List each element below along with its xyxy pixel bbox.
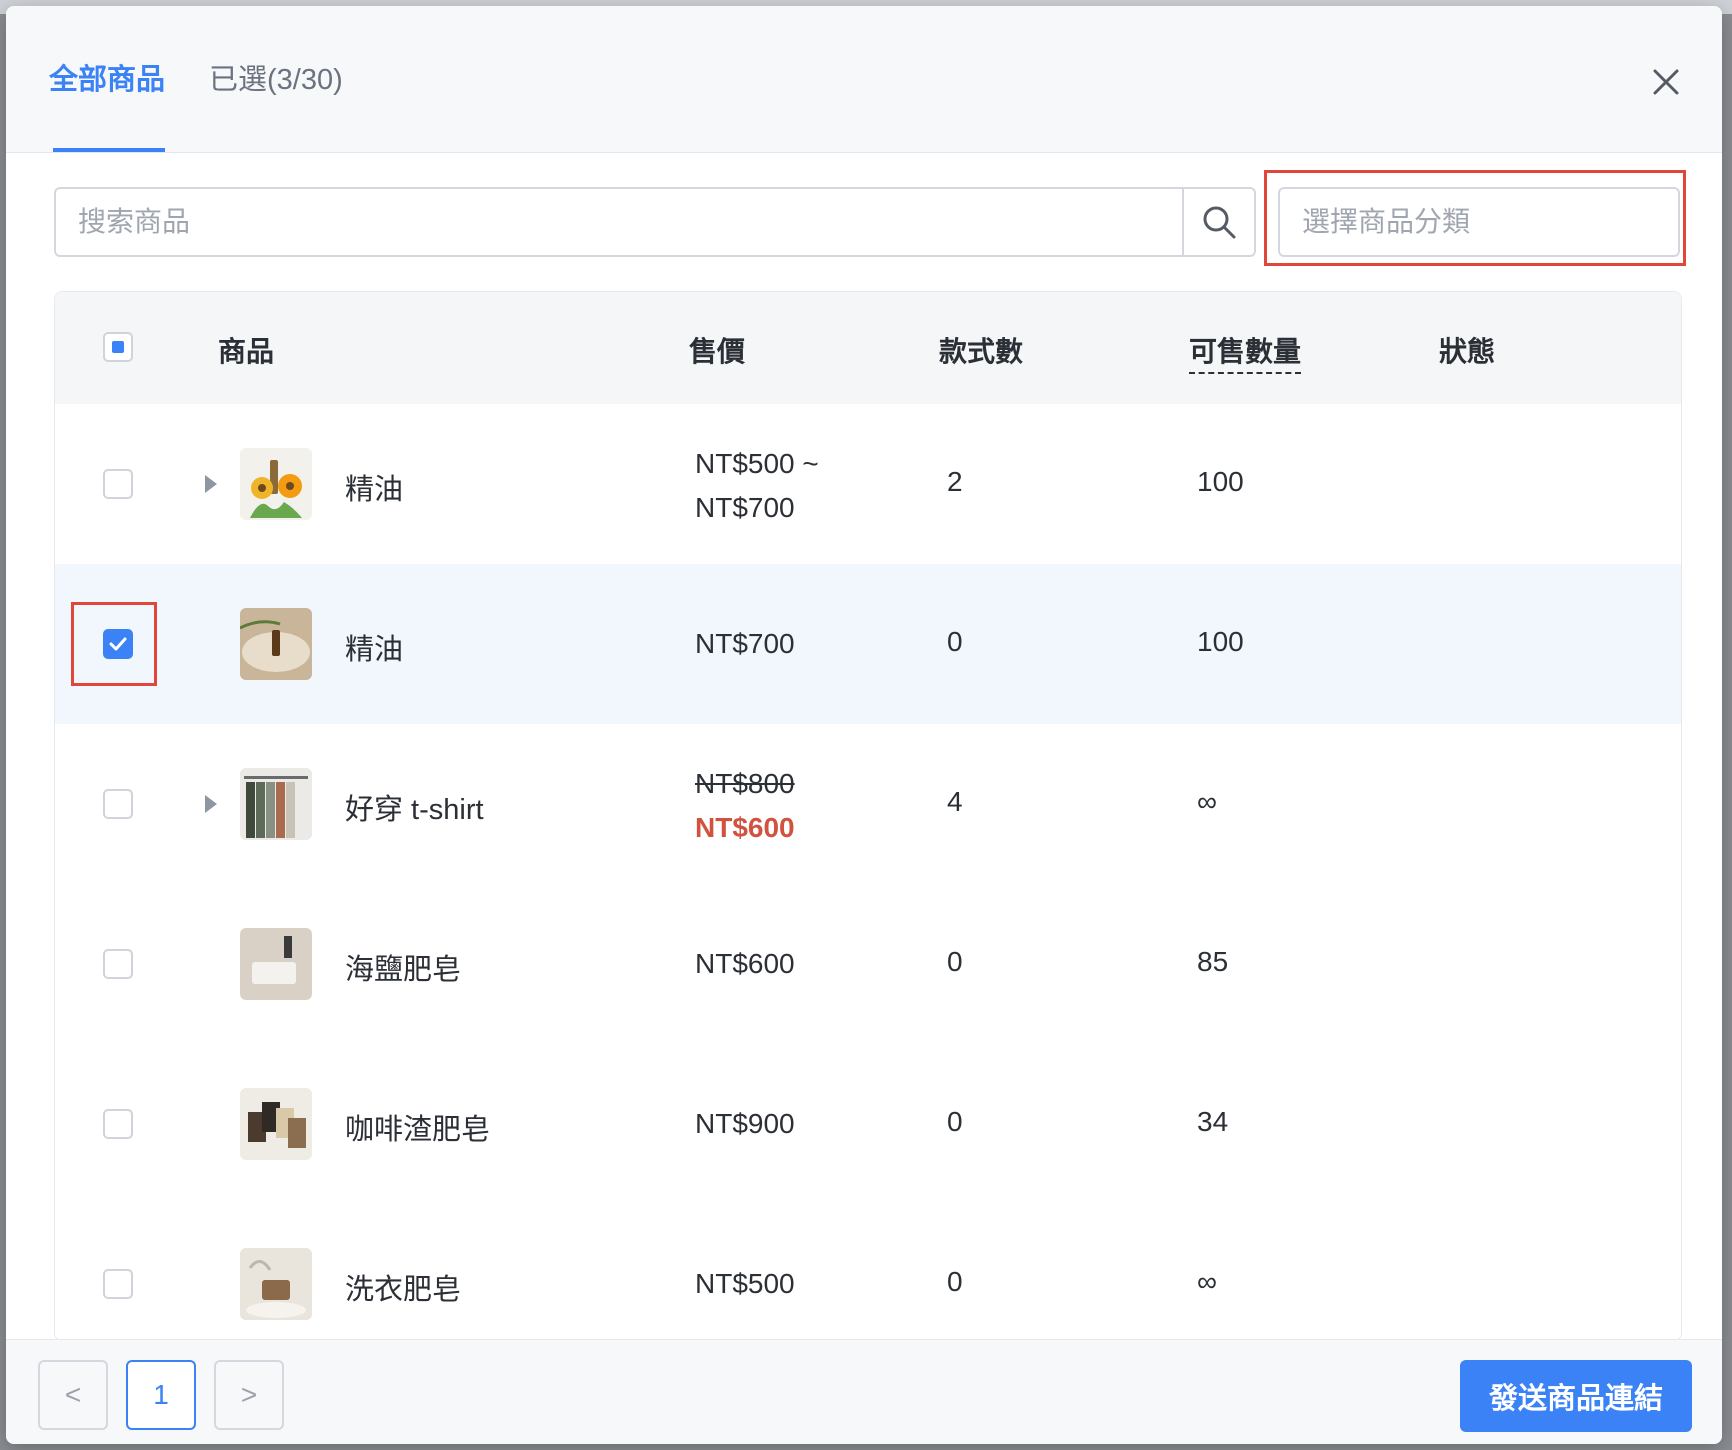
expand-caret-icon[interactable] [205, 475, 217, 493]
search-input[interactable] [56, 189, 1186, 255]
variant-count: 0 [947, 946, 963, 977]
header-status: 狀態 [1439, 336, 1496, 367]
search-icon [1203, 206, 1236, 239]
price-range-end: NT$700 [695, 492, 795, 523]
search-button[interactable] [1182, 189, 1254, 255]
modal-header: 全部商品 已選(3/30) [6, 6, 1722, 153]
product-name: 海鹽肥皂 [345, 954, 462, 986]
header-variants: 款式數 [939, 336, 1024, 367]
row-checkbox[interactable] [103, 1269, 133, 1299]
available-qty: 100 [1197, 626, 1244, 657]
row-checkbox[interactable] [103, 469, 133, 499]
next-page-button[interactable]: > [214, 1360, 284, 1430]
product-name: 精油 [345, 474, 404, 506]
product-picker-modal: 全部商品 已選(3/30) 商品 售價 款式數 可售數量 狀態 [6, 6, 1722, 1444]
row-checkbox[interactable] [103, 1109, 133, 1139]
send-product-link-button[interactable]: 發送商品連結 [1460, 1360, 1692, 1432]
product-thumbnail [240, 768, 312, 840]
header-available-qty[interactable]: 可售數量 [1189, 330, 1302, 374]
page-number-button[interactable]: 1 [126, 1360, 196, 1430]
price-cell: NT$500 [695, 1268, 795, 1299]
table-row[interactable]: 海鹽肥皂 NT$600 0 85 [55, 884, 1681, 1045]
row-checkbox[interactable] [103, 789, 133, 819]
available-qty: 34 [1197, 1106, 1229, 1137]
product-name: 精油 [345, 634, 404, 666]
select-all-checkbox[interactable] [103, 332, 133, 362]
product-thumbnail [240, 608, 312, 680]
row-checkbox[interactable] [103, 629, 133, 659]
variant-count: 4 [947, 786, 963, 817]
close-icon[interactable] [1646, 62, 1686, 102]
variant-count: 2 [947, 466, 963, 497]
variant-count: 0 [947, 626, 963, 657]
product-thumbnail [240, 448, 312, 520]
prev-page-button[interactable]: < [38, 1360, 108, 1430]
table-row[interactable]: 好穿 t-shirt NT$800 NT$600 4 ∞ [55, 724, 1681, 885]
product-name: 好穿 t-shirt [345, 794, 484, 826]
category-input[interactable] [1280, 189, 1678, 255]
table-row[interactable]: 咖啡渣肥皂 NT$900 0 34 [55, 1044, 1681, 1205]
expand-caret-icon[interactable] [205, 795, 217, 813]
product-thumbnail [240, 1248, 312, 1320]
price-cell: NT$600 [695, 948, 795, 979]
original-price: NT$800 [695, 768, 795, 799]
tab-all-products[interactable]: 全部商品 [49, 56, 165, 98]
variant-count: 0 [947, 1106, 963, 1137]
price-cell: NT$500 ~ NT$700 [695, 442, 819, 530]
price-cell: NT$800 NT$600 [695, 762, 795, 850]
table-row[interactable]: 精油 NT$500 ~ NT$700 2 100 [55, 404, 1681, 565]
available-qty: ∞ [1197, 1266, 1217, 1297]
product-table: 商品 售價 款式數 可售數量 狀態 精油 NT$500 ~ NT$700 2 1… [54, 291, 1682, 1341]
price-cell: NT$900 [695, 1108, 795, 1139]
tab-selected-products[interactable]: 已選(3/30) [209, 56, 343, 98]
available-qty: 85 [1197, 946, 1229, 977]
price-cell: NT$700 [695, 628, 795, 659]
modal-footer: < 1 > 發送商品連結 [6, 1339, 1722, 1444]
search-box [54, 187, 1256, 257]
check-icon [109, 637, 127, 651]
sale-price: NT$600 [695, 812, 795, 843]
available-qty: 100 [1197, 466, 1244, 497]
table-row[interactable]: 精油 NT$700 0 100 [55, 564, 1681, 725]
active-tab-indicator [53, 148, 165, 152]
product-thumbnail [240, 928, 312, 1000]
product-name: 洗衣肥皂 [345, 1274, 462, 1306]
price-range-start: NT$500 ~ [695, 448, 819, 479]
variant-count: 0 [947, 1266, 963, 1297]
table-header: 商品 售價 款式數 可售數量 狀態 [55, 292, 1681, 405]
category-select[interactable] [1278, 187, 1680, 257]
row-checkbox[interactable] [103, 949, 133, 979]
available-qty: ∞ [1197, 786, 1217, 817]
table-row[interactable]: 洗衣肥皂 NT$500 0 ∞ [55, 1204, 1681, 1340]
header-product: 商品 [218, 336, 275, 367]
product-thumbnail [240, 1088, 312, 1160]
product-name: 咖啡渣肥皂 [345, 1114, 491, 1146]
header-price: 售價 [689, 336, 746, 367]
